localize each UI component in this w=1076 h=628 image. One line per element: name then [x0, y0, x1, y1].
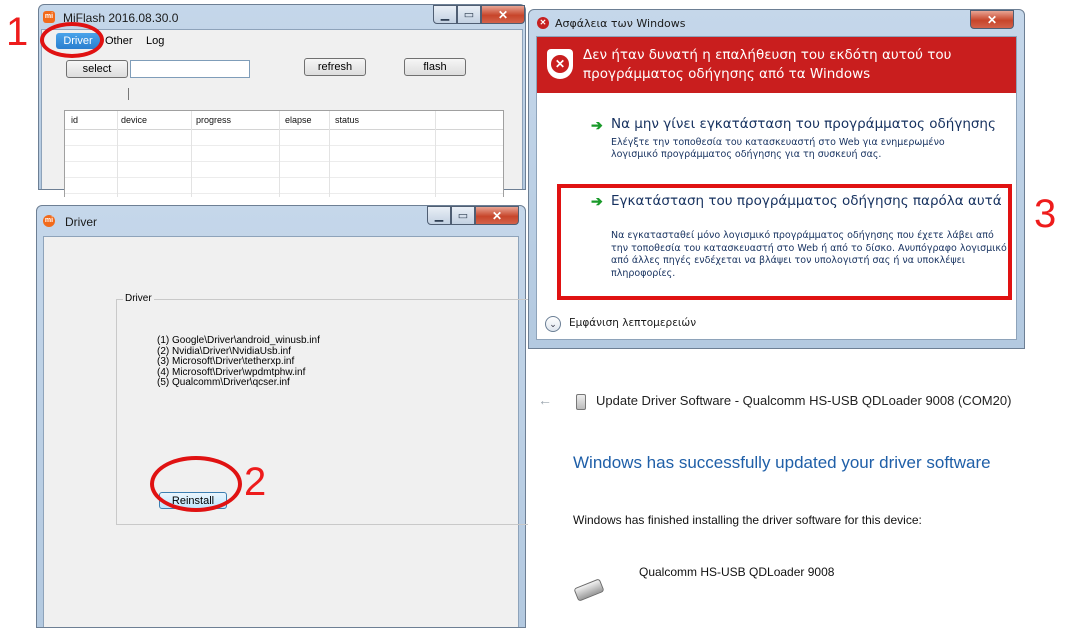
option1-desc: Ελέγξτε την τοποθεσία του κατασκευαστή σ… [611, 137, 945, 160]
driver-window: mi Driver ▁ ▭ ✕ Driver (1) Google\Driver… [36, 205, 537, 628]
update-driver-panel: ← Update Driver Software - Qualcomm HS-U… [528, 380, 1076, 628]
miflash-window: mi MiFlash 2016.08.30.0 ▁ ▭ ✕ Driver Oth… [38, 4, 526, 197]
annotation-ellipse-reinstall [150, 456, 242, 512]
maximize-button[interactable]: ▭ [457, 5, 481, 24]
security-header-text: Δεν ήταν δυνατή η επαλήθευση του εκδότη … [583, 47, 952, 82]
select-button[interactable]: select [66, 60, 128, 78]
menu-log[interactable]: Log [146, 35, 164, 47]
menu-other[interactable]: Other [105, 35, 133, 47]
security-titlebar: ✕ Ασφάλεια των Windows [529, 10, 1024, 36]
green-arrow-icon: ➔ [591, 117, 603, 133]
device-manager-icon [576, 394, 586, 410]
update-title: Update Driver Software - Qualcomm HS-USB… [596, 393, 1012, 408]
col-status[interactable]: status [335, 115, 359, 125]
details-label: Εμφάνιση λεπτομερειών [569, 317, 697, 329]
file-item: (1) Google\Driver\android_winusb.inf [157, 335, 320, 346]
col-device[interactable]: device [121, 115, 147, 125]
driver-caption-buttons: ▁ ▭ ✕ [427, 206, 519, 225]
flash-button-label: flash [423, 61, 447, 73]
driver-file-list: (1) Google\Driver\android_winusb.inf (2)… [157, 335, 320, 389]
annotation-ellipse-driver-menu [40, 22, 104, 58]
annotation-number-3: 3 [1034, 192, 1057, 236]
select-button-label: select [82, 63, 112, 75]
device-grid[interactable]: id device progress elapse status [64, 110, 504, 197]
flash-button[interactable]: flash [404, 58, 466, 76]
finished-text: Windows has finished installing the driv… [573, 513, 922, 527]
refresh-button-label: refresh [317, 61, 353, 73]
annotation-box-install-anyway [557, 184, 1012, 300]
col-id[interactable]: id [71, 115, 78, 125]
close-button[interactable]: ✕ [970, 10, 1014, 29]
maximize-button[interactable]: ▭ [451, 206, 475, 225]
option1-title: Να μην γίνει εγκατάσταση του προγράμματο… [611, 116, 996, 132]
mi-logo-icon: mi [43, 215, 55, 227]
annotation-number-2: 2 [244, 460, 267, 504]
miflash-caption-buttons: ▁ ▭ ✕ [433, 5, 525, 24]
shield-warning-icon: ✕ [537, 17, 549, 29]
file-item: (3) Microsoft\Driver\tetherxp.inf [157, 356, 295, 367]
usb-device-icon [573, 578, 605, 602]
device-name: Qualcomm HS-USB QDLoader 9008 [639, 565, 835, 579]
path-input[interactable] [130, 60, 250, 78]
col-progress[interactable]: progress [196, 115, 231, 125]
refresh-button[interactable]: refresh [304, 58, 366, 76]
shield-error-icon: ✕ [547, 49, 573, 79]
minimize-button[interactable]: ▁ [427, 206, 451, 225]
driver-title: Driver [65, 215, 97, 229]
security-caption-buttons: ✕ [970, 10, 1014, 29]
option-dont-install[interactable]: ➔ Να μην γίνει εγκατάσταση του προγράμμα… [585, 116, 1005, 173]
chevron-down-icon: ⌄ [545, 316, 561, 332]
close-button[interactable]: ✕ [481, 5, 525, 24]
annotation-number-1: 1 [6, 10, 29, 54]
security-header: ✕ Δεν ήταν δυνατή η επαλήθευση του εκδότ… [537, 37, 1016, 93]
close-button[interactable]: ✕ [475, 206, 519, 225]
driver-group-label: Driver [123, 293, 154, 304]
col-elapse[interactable]: elapse [285, 115, 312, 125]
driver-client: Driver (1) Google\Driver\android_winusb.… [43, 236, 537, 627]
toolbar-separator [128, 88, 129, 100]
minimize-button[interactable]: ▁ [433, 5, 457, 24]
security-title: Ασφάλεια των Windows [555, 17, 686, 30]
success-heading: Windows has successfully updated your dr… [573, 453, 991, 472]
miflash-client: Driver Other Log select refresh flash id… [41, 29, 523, 197]
back-arrow-icon[interactable]: ← [538, 392, 552, 408]
file-item: (5) Qualcomm\Driver\qcser.inf [157, 377, 290, 388]
mi-logo-icon: mi [43, 11, 55, 23]
